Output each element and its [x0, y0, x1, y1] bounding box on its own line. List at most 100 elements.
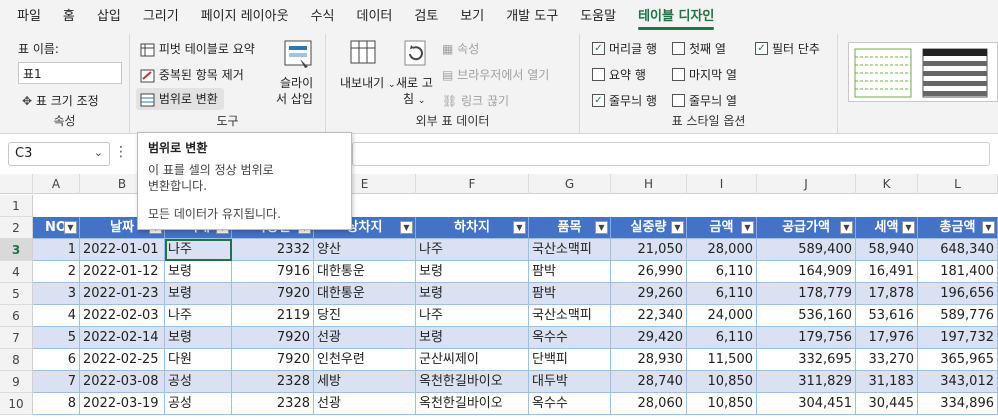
table-cell[interactable]: 군산씨제이 — [416, 349, 529, 371]
filter-dropdown-icon[interactable]: ▼ — [741, 221, 754, 234]
more-options-icon[interactable]: ⋮ — [114, 144, 128, 160]
pivot-summary-button[interactable]: 피벗 테이블로 요약 — [140, 40, 255, 57]
table-cell[interactable]: 공성 — [165, 371, 232, 393]
filter-dropdown-icon[interactable]: ▼ — [671, 221, 684, 234]
table-cell[interactable]: 311,829 — [757, 371, 856, 393]
table-cell[interactable]: 181,400 — [918, 261, 998, 283]
table-cell[interactable]: 7920 — [232, 283, 314, 305]
table-cell[interactable]: 334,896 — [918, 393, 998, 415]
table-cell[interactable]: 나주 — [416, 305, 529, 327]
table-cell[interactable]: 인천우련 — [314, 349, 416, 371]
table-cell[interactable]: 26,990 — [611, 261, 687, 283]
table-cell[interactable]: 6,110 — [687, 283, 757, 305]
row-header-8[interactable]: 8 — [0, 349, 33, 371]
table-cell[interactable]: 팜박 — [529, 261, 611, 283]
table-cell[interactable]: 21,050 — [611, 239, 687, 261]
table-cell[interactable]: 3 — [33, 283, 80, 305]
table-cell[interactable]: 2022-01-23 — [80, 283, 165, 305]
row-header-4[interactable]: 4 — [0, 261, 33, 283]
table-cell[interactable]: 197,732 — [918, 327, 998, 349]
menu-tab-7[interactable]: 검토 — [403, 0, 449, 34]
table-cell[interactable]: 4 — [33, 305, 80, 327]
export-button[interactable]: 내보내기 ⌄ — [340, 74, 396, 91]
table-cell[interactable]: 옥수수 — [529, 393, 611, 415]
table-cell[interactable]: 196,656 — [918, 283, 998, 305]
table-header-cell[interactable]: 품목 ▼ — [529, 217, 611, 239]
convert-to-range-button[interactable]: 범위로 변환 — [136, 88, 224, 110]
banded-rows-checkbox[interactable]: ✓ 줄무늬 행 — [592, 92, 657, 109]
table-cell[interactable]: 1 — [33, 239, 80, 261]
column-header-J[interactable]: J — [757, 174, 856, 194]
table-cell[interactable]: 304,451 — [757, 393, 856, 415]
filter-button-checkbox[interactable]: ✓ 필터 단추 — [755, 40, 820, 57]
table-cell[interactable]: 29,420 — [611, 327, 687, 349]
table-cell[interactable]: 대한통운 — [314, 283, 416, 305]
select-all-corner[interactable] — [0, 174, 33, 194]
table-cell[interactable]: 164,909 — [757, 261, 856, 283]
table-cell[interactable]: 6,110 — [687, 261, 757, 283]
name-box[interactable]: C3 ⌄ — [8, 142, 110, 166]
table-header-cell[interactable]: 공급가액 ▼ — [757, 217, 856, 239]
table-cell[interactable]: 대한통운 — [314, 261, 416, 283]
table-cell[interactable]: 11,500 — [687, 349, 757, 371]
table-cell[interactable]: 팜박 — [529, 283, 611, 305]
refresh-button-line1[interactable]: 새로 고 — [396, 74, 433, 91]
row-header-3[interactable]: 3 — [0, 239, 33, 261]
table-cell[interactable]: 선광 — [314, 327, 416, 349]
table-cell[interactable]: 단백피 — [529, 349, 611, 371]
table-cell[interactable]: 22,340 — [611, 305, 687, 327]
table-cell[interactable]: 7920 — [232, 349, 314, 371]
table-cell[interactable]: 2022-02-14 — [80, 327, 165, 349]
formula-input[interactable] — [352, 142, 990, 166]
table-cell[interactable]: 648,340 — [918, 239, 998, 261]
filter-dropdown-icon[interactable]: ▼ — [64, 221, 77, 234]
table-cell[interactable]: 332,695 — [757, 349, 856, 371]
column-header-H[interactable]: H — [611, 174, 687, 194]
row-header-6[interactable]: 6 — [0, 305, 33, 327]
table-cell[interactable]: 세방 — [314, 371, 416, 393]
column-header-G[interactable]: G — [529, 174, 611, 194]
table-cell[interactable]: 10,850 — [687, 393, 757, 415]
table-header-cell[interactable]: 실중량 ▼ — [611, 217, 687, 239]
row-header-2[interactable]: 2 — [0, 217, 33, 239]
table-cell[interactable]: 536,160 — [757, 305, 856, 327]
table-cell[interactable]: 8 — [33, 393, 80, 415]
column-header-K[interactable]: K — [856, 174, 918, 194]
table-cell[interactable]: 2022-01-01 — [80, 239, 165, 261]
row-header-5[interactable]: 5 — [0, 283, 33, 305]
table-cell[interactable]: 30,445 — [856, 393, 918, 415]
table-cell[interactable]: 보령 — [416, 327, 529, 349]
table-cell[interactable]: 보령 — [165, 327, 232, 349]
table-cell[interactable]: 28,000 — [687, 239, 757, 261]
menu-tab-10[interactable]: 도움말 — [569, 0, 627, 34]
table-cell[interactable]: 선광 — [314, 393, 416, 415]
table-cell[interactable]: 53,616 — [856, 305, 918, 327]
column-header-L[interactable]: L — [918, 174, 998, 194]
table-cell[interactable]: 2022-01-12 — [80, 261, 165, 283]
table-cell[interactable]: 343,012 — [918, 371, 998, 393]
table-cell[interactable]: 2332 — [232, 239, 314, 261]
refresh-button-line2[interactable]: 침 ⌄ — [403, 90, 425, 107]
table-cell[interactable]: 589,400 — [757, 239, 856, 261]
filter-dropdown-icon[interactable]: ▼ — [840, 221, 853, 234]
resize-table-button[interactable]: ✥ 표 크기 조정 — [22, 92, 99, 109]
filter-dropdown-icon[interactable]: ▼ — [513, 221, 526, 234]
table-cell[interactable]: 2022-02-25 — [80, 349, 165, 371]
table-cell[interactable]: 10,850 — [687, 371, 757, 393]
table-cell[interactable]: 16,491 — [856, 261, 918, 283]
first-column-checkbox[interactable]: 첫째 열 — [672, 40, 726, 57]
table-cell[interactable]: 31,183 — [856, 371, 918, 393]
table-cell[interactable]: 7 — [33, 371, 80, 393]
table-cell[interactable]: 33,270 — [856, 349, 918, 371]
table-cell[interactable]: 2022-03-19 — [80, 393, 165, 415]
menu-tab-3[interactable]: 그리기 — [132, 0, 190, 34]
filter-dropdown-icon[interactable]: ▼ — [982, 221, 995, 234]
menu-tab-0[interactable]: 파일 — [6, 0, 52, 34]
table-header-cell[interactable]: 세액 ▼ — [856, 217, 918, 239]
table-cell[interactable]: 5 — [33, 327, 80, 349]
table-cell[interactable]: 365,965 — [918, 349, 998, 371]
total-row-checkbox[interactable]: 요약 행 — [592, 66, 646, 83]
active-cell[interactable]: 나주 — [165, 239, 232, 261]
insert-slicer-button-line1[interactable]: 슬라이 — [280, 74, 313, 91]
menu-tab-9[interactable]: 개발 도구 — [495, 0, 569, 34]
